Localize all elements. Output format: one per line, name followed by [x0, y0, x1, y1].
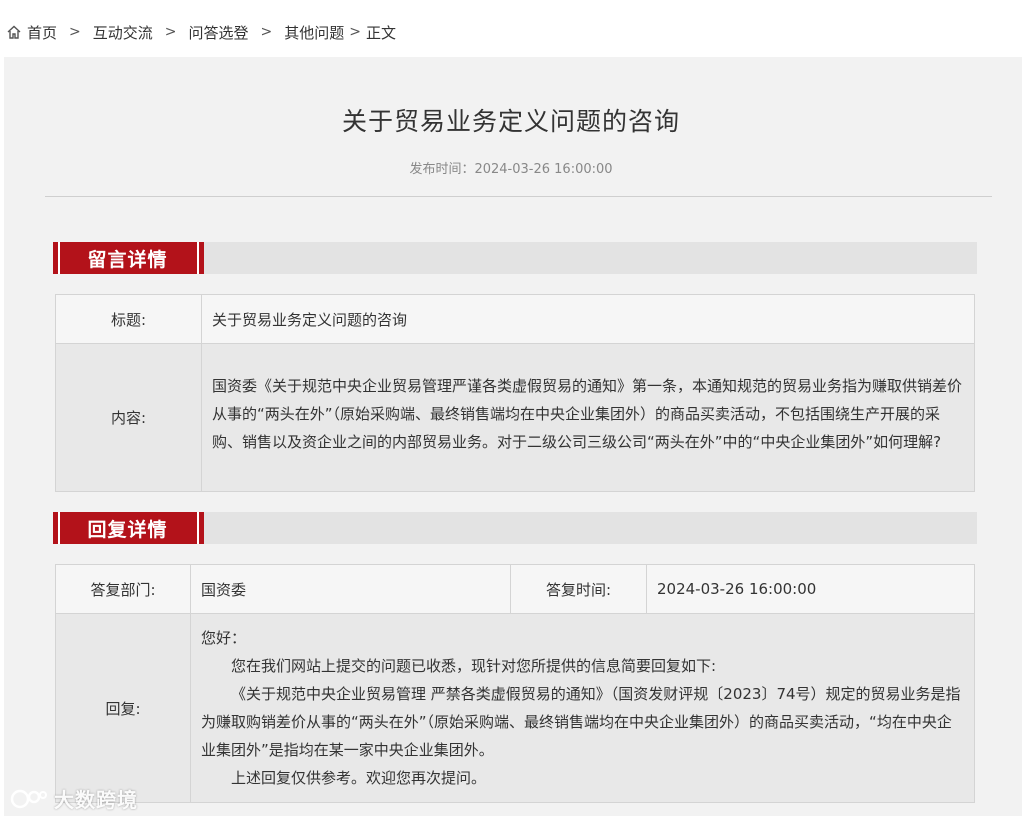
dept-label: 答复部门: [55, 564, 191, 614]
reply-section-header: 回复详情 [53, 512, 977, 544]
reply-table: 答复部门: 国资委 答复时间: 2024-03-26 16:00:00 回复: … [55, 564, 975, 803]
publish-label: 发布时间： [409, 162, 475, 177]
reply-paragraph: 《关于规范中央企业贸易管理 严禁各类虚假贸易的通知》（国资发财评规〔2023〕7… [201, 685, 961, 759]
home-icon[interactable] [6, 24, 22, 40]
reply-section-heading: 回复详情 [53, 512, 204, 544]
table-row: 标题: 关于贸易业务定义问题的咨询 [55, 294, 975, 344]
title-divider [45, 196, 992, 197]
breadcrumb-current: 正文 [366, 23, 397, 42]
reply-closing: 上述回复仅供参考。欢迎您再次提问。 [231, 769, 487, 787]
reply-body: 您好： 您在我们网站上提交的问题已收悉，现针对您所提供的信息简要回复如下: 《关… [190, 613, 975, 803]
breadcrumb-interaction-link[interactable]: 互动交流 [93, 22, 153, 43]
content-label: 内容: [55, 343, 202, 492]
breadcrumb-qa-link[interactable]: 问答选登 [189, 22, 249, 43]
watermark: 大数跨境 [8, 784, 138, 813]
message-section-header: 留言详情 [53, 242, 977, 274]
breadcrumb-separator: > [260, 24, 273, 40]
title-value: 关于贸易业务定义问题的咨询 [201, 294, 975, 344]
watermark-text: 大数跨境 [54, 788, 138, 812]
watermark-logo-icon [10, 789, 47, 808]
publish-info: 发布时间：2024-03-26 16:00:00 [0, 158, 1022, 177]
page-title: 关于贸易业务定义问题的咨询 [341, 107, 680, 136]
message-section-heading: 留言详情 [53, 242, 204, 274]
breadcrumb-separator: > [349, 24, 361, 40]
publish-time: 2024-03-26 16:00:00 [474, 162, 613, 177]
table-row: 内容: 国资委《关于规范中央企业贸易管理严谨各类虚假贸易的通知》第一条，本通知规… [55, 343, 975, 492]
reply-time-label: 答复时间: [510, 564, 647, 614]
breadcrumb-home-link[interactable]: 首页 [27, 22, 57, 43]
table-row: 答复部门: 国资委 答复时间: 2024-03-26 16:00:00 [55, 564, 975, 614]
reply-label: 回复: [55, 613, 191, 803]
reply-paragraph: 您在我们网站上提交的问题已收悉，现针对您所提供的信息简要回复如下: [231, 657, 717, 675]
breadcrumb-separator: > [69, 24, 81, 40]
message-table: 标题: 关于贸易业务定义问题的咨询 内容: 国资委《关于规范中央企业贸易管理严谨… [55, 294, 975, 492]
breadcrumb: 首页 > 互动交流 > 问答选登 > 其他问题 > 正文 [6, 20, 396, 44]
title-label: 标题: [55, 294, 202, 344]
reply-time-value: 2024-03-26 16:00:00 [646, 564, 975, 614]
reply-greeting: 您好： [201, 629, 247, 647]
table-row: 回复: 您好： 您在我们网站上提交的问题已收悉，现针对您所提供的信息简要回复如下… [55, 613, 975, 803]
content-value: 国资委《关于规范中央企业贸易管理严谨各类虚假贸易的通知》第一条，本通知规范的贸易… [201, 343, 975, 492]
breadcrumb-other-questions-link[interactable]: 其他问题 [284, 22, 344, 43]
dept-value: 国资委 [190, 564, 511, 614]
breadcrumb-separator: > [164, 24, 177, 40]
